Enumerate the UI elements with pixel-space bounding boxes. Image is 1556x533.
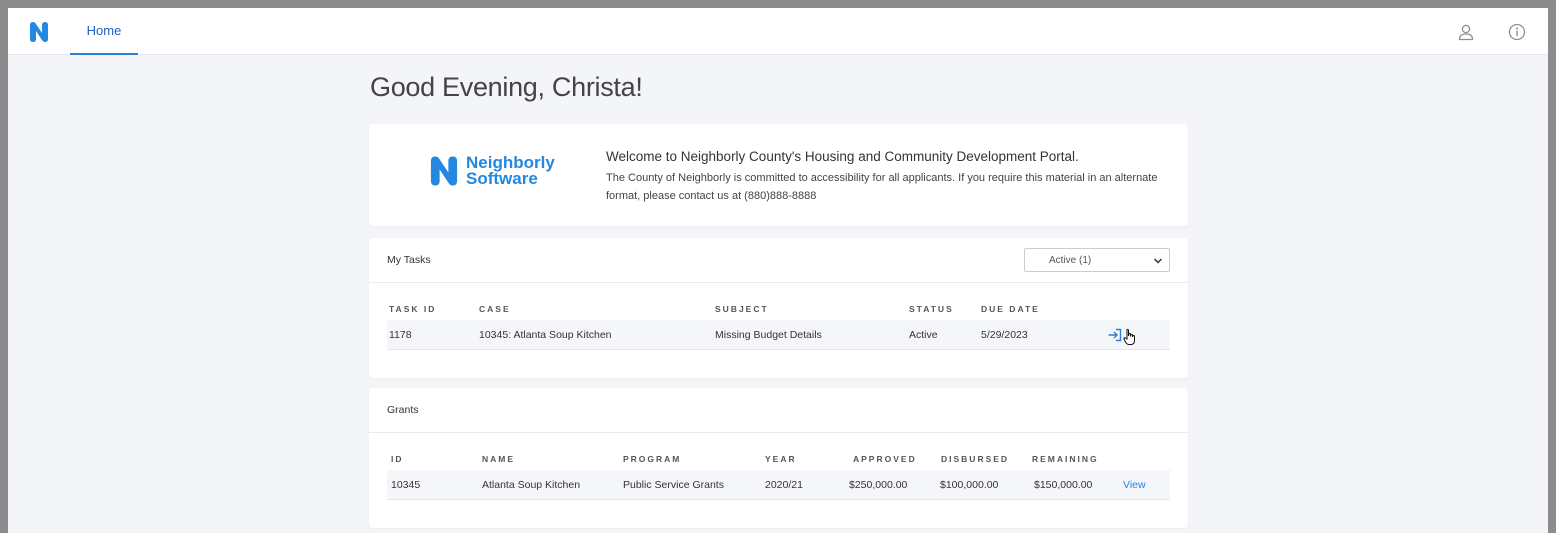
tasks-table: TASK ID CASE SUBJECT STATUS DUE DATE 117…	[387, 300, 1170, 350]
col-program[interactable]: PROGRAM	[623, 454, 681, 464]
hand-cursor-icon	[1123, 328, 1135, 345]
my-tasks-card: My Tasks Active (1) TASK ID CASE SUBJECT…	[369, 238, 1188, 378]
logo-line-2: Software	[466, 169, 538, 188]
welcome-card: Neighborly Software Welcome to Neighborl…	[369, 124, 1188, 226]
col-year[interactable]: YEAR	[765, 454, 797, 464]
grant-remaining-cell: $150,000.00	[1034, 479, 1093, 491]
task-due-date-cell: 5/29/2023	[981, 329, 1028, 341]
welcome-body: The County of Neighborly is committed to…	[606, 172, 1158, 202]
col-approved[interactable]: APPROVED	[853, 454, 917, 464]
grants-table-header: ID NAME PROGRAM YEAR APPROVED DISBURSED …	[387, 450, 1170, 470]
my-tasks-header: My Tasks Active (1)	[369, 238, 1188, 283]
open-task-icon[interactable]	[1107, 327, 1123, 343]
welcome-title: Welcome to Neighborly County's Housing a…	[606, 149, 1079, 164]
grants-card: Grants ID NAME PROGRAM YEAR APPROVED DIS…	[369, 388, 1188, 528]
col-status[interactable]: STATUS	[909, 304, 954, 314]
grants-title: Grants	[387, 404, 419, 416]
my-tasks-title: My Tasks	[387, 254, 431, 266]
nav-tab-home[interactable]: Home	[70, 8, 138, 55]
page-greeting: Good Evening, Christa!	[370, 72, 643, 102]
col-subject[interactable]: SUBJECT	[715, 304, 769, 314]
grant-year-cell: 2020/21	[765, 479, 803, 491]
task-status-filter-value: Active (1)	[1049, 254, 1092, 266]
task-subject-cell: Missing Budget Details	[715, 329, 822, 341]
col-name[interactable]: NAME	[482, 454, 515, 464]
info-icon[interactable]	[1508, 23, 1526, 41]
grant-disbursed-cell: $100,000.00	[940, 479, 999, 491]
view-grant-link[interactable]: View	[1123, 479, 1146, 491]
task-status-filter[interactable]: Active (1)	[1024, 248, 1170, 272]
neighborly-logo-icon[interactable]	[28, 21, 50, 43]
top-nav-bar: Home	[8, 8, 1548, 55]
user-icon[interactable]	[1457, 23, 1475, 41]
grants-header: Grants	[369, 388, 1188, 433]
table-row: 10345 Atlanta Soup Kitchen Public Servic…	[387, 470, 1170, 500]
table-row: 1178 10345: Atlanta Soup Kitchen Missing…	[387, 320, 1170, 350]
grant-id-cell: 10345	[391, 479, 421, 491]
grants-table: ID NAME PROGRAM YEAR APPROVED DISBURSED …	[387, 450, 1170, 500]
app-window: Home Good Evening, Christa! Neighborly S…	[8, 8, 1548, 533]
col-remaining[interactable]: REMAINING	[1032, 454, 1099, 464]
grant-name-cell: Atlanta Soup Kitchen	[482, 479, 581, 491]
neighborly-n-logo-icon	[430, 156, 458, 186]
grant-program-cell: Public Service Grants	[623, 479, 724, 491]
col-case[interactable]: CASE	[479, 304, 511, 314]
task-status-cell: Active	[909, 329, 938, 341]
col-due-date[interactable]: DUE DATE	[981, 304, 1040, 314]
task-id-cell: 1178	[389, 329, 412, 341]
chevron-down-icon	[1153, 258, 1163, 264]
col-task-id[interactable]: TASK ID	[389, 304, 436, 314]
grant-approved-cell: $250,000.00	[849, 479, 908, 491]
neighborly-software-logo: Neighborly Software	[428, 154, 555, 188]
col-id[interactable]: ID	[391, 454, 404, 464]
task-case-cell: 10345: Atlanta Soup Kitchen	[479, 329, 612, 341]
col-disbursed[interactable]: DISBURSED	[941, 454, 1009, 464]
tasks-table-header: TASK ID CASE SUBJECT STATUS DUE DATE	[387, 300, 1170, 320]
